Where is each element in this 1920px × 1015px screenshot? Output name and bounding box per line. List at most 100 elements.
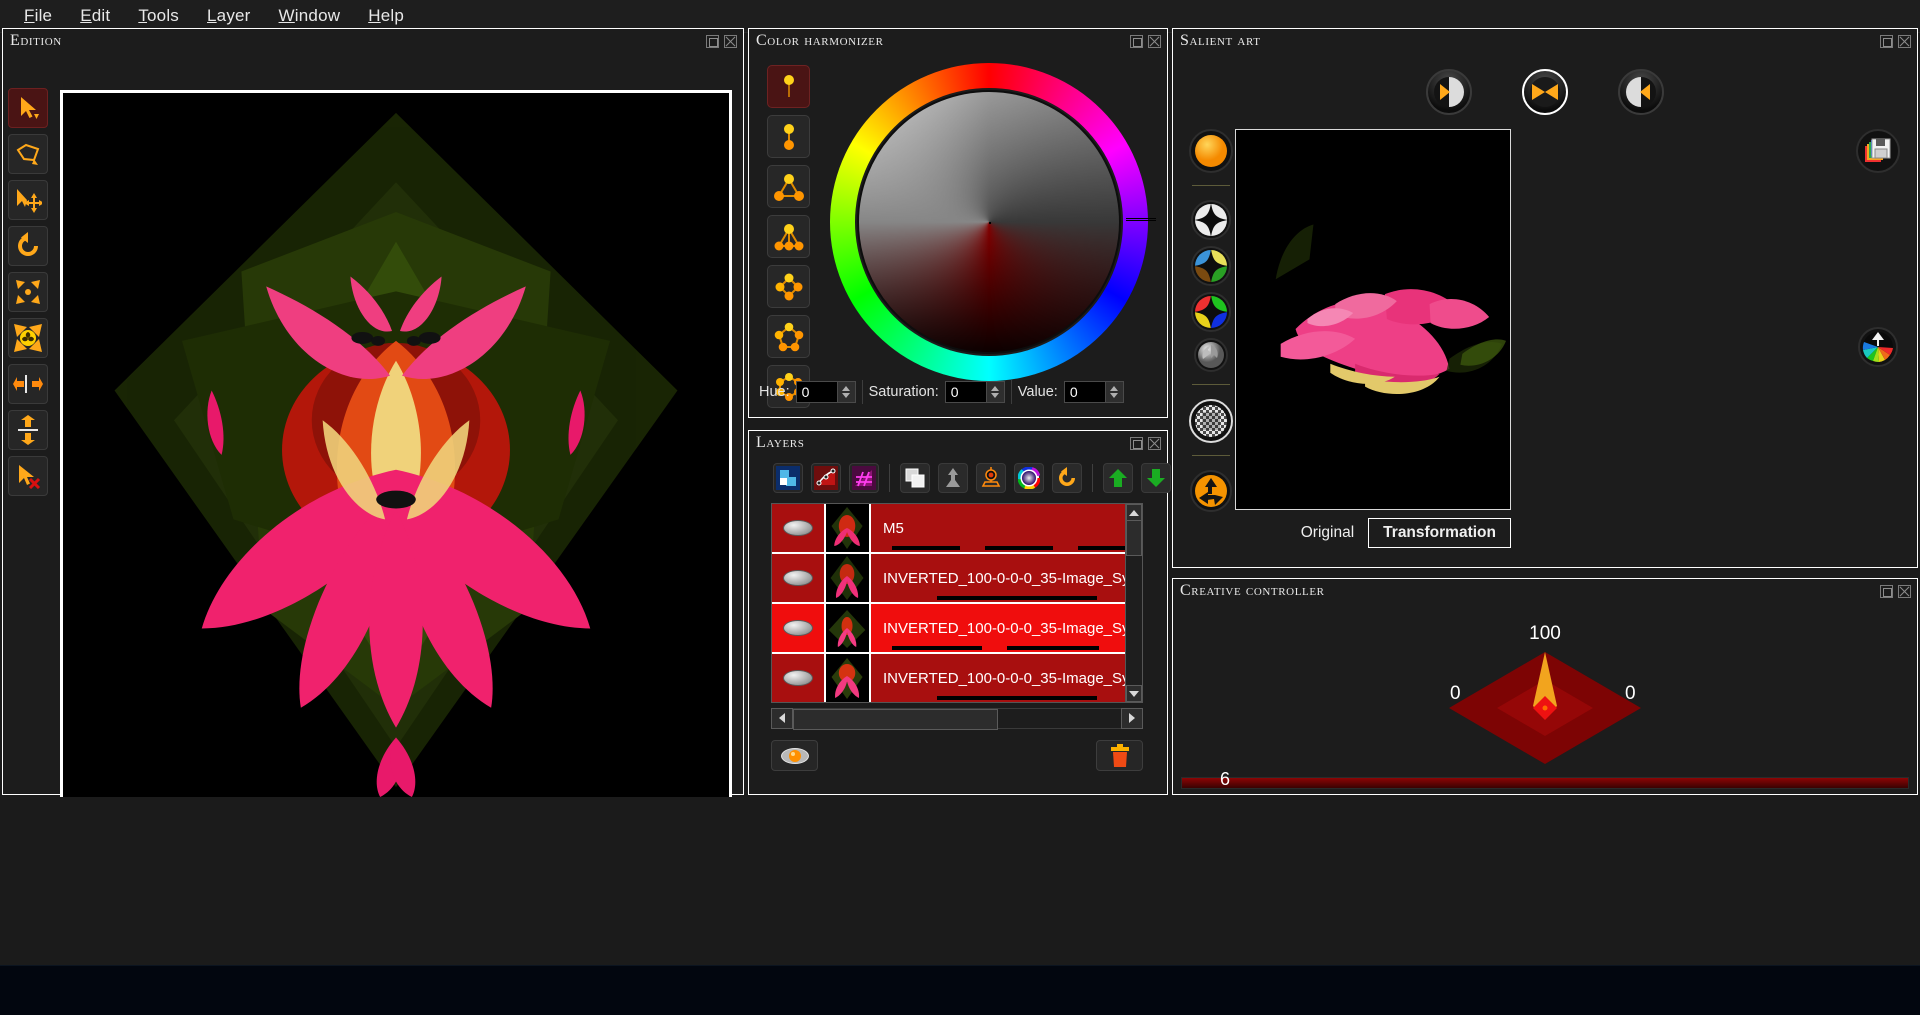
creative-slider[interactable]: 6 [1181, 769, 1909, 789]
value-spinner[interactable]: 0 [1063, 381, 1124, 403]
layer-list-horizontal-scrollbar[interactable] [771, 707, 1143, 730]
hue-increment-icon[interactable] [842, 386, 851, 391]
hue-decrement-icon[interactable] [842, 393, 851, 398]
hue-value[interactable]: 0 [796, 382, 837, 402]
duplicate-layer-button[interactable] [900, 463, 930, 493]
reset-layer-button[interactable] [1052, 463, 1082, 493]
harmony-tetrad[interactable] [767, 265, 810, 308]
harmonizer-close-icon[interactable] [1148, 35, 1161, 48]
edition-restore-icon[interactable] [706, 35, 719, 48]
table-row[interactable]: INVERTED_100-0-0-0_35-Image_SymRig [772, 554, 1142, 604]
saturation-spinner[interactable]: 0 [944, 381, 1005, 403]
saturation-increment-icon[interactable] [991, 386, 1000, 391]
transparency-button[interactable] [1189, 399, 1233, 443]
scroll-right-button[interactable] [1121, 707, 1143, 729]
menu-file[interactable]: File [10, 3, 66, 29]
curve-layer-button[interactable] [811, 463, 841, 493]
harmonizer-restore-icon[interactable] [1130, 35, 1143, 48]
menu-layer[interactable]: Layer [193, 3, 265, 29]
tab-original[interactable]: Original [1287, 519, 1368, 547]
cool-palette-button[interactable] [1191, 246, 1231, 286]
layer-properties-button[interactable] [976, 463, 1006, 493]
salient-preview[interactable] [1235, 129, 1511, 510]
menu-tools[interactable]: Tools [124, 3, 193, 29]
grayscale-star-button[interactable] [1191, 200, 1231, 240]
salient-mode-right[interactable] [1618, 69, 1664, 115]
layer-visibility-toggle[interactable] [783, 520, 813, 536]
salient-close-icon[interactable] [1898, 35, 1911, 48]
salient-mode-both[interactable] [1522, 69, 1568, 115]
harmony-split-complementary[interactable] [767, 215, 810, 258]
delete-layer-button[interactable] [1096, 740, 1143, 771]
creative-radar-diamond[interactable] [1445, 648, 1645, 768]
value-value[interactable]: 0 [1064, 382, 1105, 402]
flip-horizontal-tool[interactable] [8, 364, 48, 404]
taskbar[interactable] [0, 965, 1920, 1015]
saturation-value-disc[interactable] [857, 90, 1121, 354]
scroll-down-button[interactable] [1126, 685, 1142, 702]
edition-canvas[interactable] [60, 90, 732, 803]
layers-close-icon[interactable] [1148, 437, 1161, 450]
tab-transformation[interactable]: Transformation [1368, 518, 1511, 548]
scroll-thumb[interactable] [1126, 520, 1142, 556]
menu-edit[interactable]: Edit [66, 3, 124, 29]
harmony-monochrome[interactable] [767, 65, 810, 108]
harmony-complementary[interactable] [767, 115, 810, 158]
color-wheel[interactable] [824, 59, 1156, 384]
layer-visibility-cell[interactable] [772, 620, 824, 636]
scale-tool[interactable] [8, 272, 48, 312]
layer-visibility-toggle[interactable] [783, 570, 813, 586]
saliency-sun-button[interactable] [1189, 129, 1233, 173]
select-arrow-tool[interactable] [8, 88, 48, 128]
flip-vertical-tool[interactable] [8, 410, 48, 450]
rotate-tool[interactable] [8, 226, 48, 266]
hue-spinner[interactable]: 0 [795, 381, 856, 403]
hue-marker[interactable] [1126, 218, 1156, 222]
saturation-spin-arrows[interactable] [985, 382, 1004, 402]
move-layer-up-button[interactable] [1103, 463, 1133, 493]
harmony-triad[interactable] [767, 165, 810, 208]
layers-restore-icon[interactable] [1130, 437, 1143, 450]
value-decrement-icon[interactable] [1110, 393, 1119, 398]
layer-visibility-toggle[interactable] [783, 670, 813, 686]
table-row[interactable]: INVERTED_100-0-0-0_35-Image_SymLef [772, 604, 1142, 654]
layer-visibility-cell[interactable] [772, 520, 824, 536]
toggle-visibility-button[interactable] [771, 740, 818, 771]
layer-visibility-cell[interactable] [772, 670, 824, 686]
menu-window[interactable]: Window [265, 3, 355, 29]
menu-help[interactable]: Help [354, 3, 418, 29]
palette-picker-button[interactable] [1858, 327, 1898, 367]
salient-restore-icon[interactable] [1880, 35, 1893, 48]
table-row[interactable]: M5 [772, 504, 1142, 554]
lasso-polygon-tool[interactable] [8, 134, 48, 174]
layer-list-vertical-scrollbar[interactable] [1125, 504, 1142, 702]
layer-visibility-toggle[interactable] [783, 620, 813, 636]
hscroll-track[interactable] [793, 707, 1121, 730]
value-increment-icon[interactable] [1110, 386, 1119, 391]
grid-layer-button[interactable] [849, 463, 879, 493]
save-image-button[interactable] [1856, 129, 1900, 173]
saturation-value[interactable]: 0 [945, 382, 986, 402]
delete-pointer-tool[interactable] [8, 456, 48, 496]
layer-list[interactable]: M5 INVERTED_100-0-0-0_35-Image_SymRig IN… [771, 503, 1143, 703]
hue-spin-arrows[interactable] [836, 382, 855, 402]
layer-visibility-cell[interactable] [772, 570, 824, 586]
recycle-button[interactable] [1190, 470, 1232, 512]
harmony-pentad[interactable] [767, 315, 810, 358]
color-wheel-button[interactable] [1014, 463, 1044, 493]
scroll-left-button[interactable] [771, 707, 793, 729]
saturation-decrement-icon[interactable] [991, 393, 1000, 398]
salient-mode-left[interactable] [1426, 69, 1472, 115]
new-layer-button[interactable] [773, 463, 803, 493]
scroll-up-button[interactable] [1126, 504, 1142, 521]
metal-sphere-button[interactable] [1194, 338, 1228, 372]
move-layer-down-button[interactable] [1141, 463, 1171, 493]
creative-restore-icon[interactable] [1880, 585, 1893, 598]
move-tool[interactable] [8, 180, 48, 220]
value-spin-arrows[interactable] [1104, 382, 1123, 402]
merge-layers-button[interactable] [938, 463, 968, 493]
table-row[interactable]: INVERTED_100-0-0-0_35-Image_SymLef [772, 654, 1142, 702]
creative-close-icon[interactable] [1898, 585, 1911, 598]
edition-close-icon[interactable] [724, 35, 737, 48]
warp-tool[interactable] [8, 318, 48, 358]
